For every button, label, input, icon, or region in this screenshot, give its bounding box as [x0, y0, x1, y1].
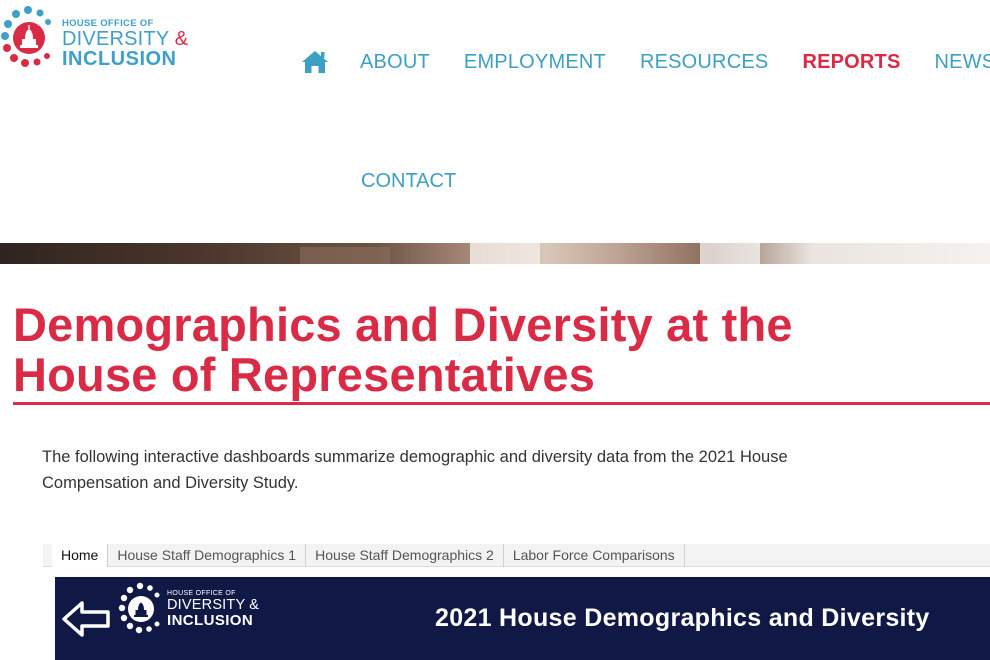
site-logo[interactable]: HOUSE OFFICE OF DIVERSITY & INCLUSION: [0, 4, 200, 80]
intro-line1: The following interactive dashboards sum…: [42, 448, 788, 466]
dashboard-header: HOUSE OFFICE OF DIVERSITY & INCLUSION 20…: [55, 577, 990, 660]
logo-line3: INCLUSION: [62, 48, 177, 70]
nav-resources[interactable]: RESOURCES: [640, 51, 769, 74]
dashboard-logo-line3: INCLUSION: [167, 612, 254, 629]
tab-house-staff-demographics-2[interactable]: House Staff Demographics 2: [306, 544, 504, 567]
page-title: Demographics and Diversity at the House …: [13, 300, 990, 405]
intro-line2: Compensation and Diversity Study.: [42, 474, 299, 492]
logo-ampersand: &: [174, 28, 189, 50]
nav-reports[interactable]: REPORTS: [802, 51, 900, 74]
logo-wordmark: HOUSE OFFICE OF DIVERSITY & INCLUSION: [62, 18, 188, 69]
capitol-dots-icon: [1, 6, 51, 67]
tab-house-staff-demographics-1[interactable]: House Staff Demographics 1: [108, 544, 307, 567]
intro-paragraph: The following interactive dashboards sum…: [42, 444, 942, 496]
dashboard-logo-wordmark: HOUSE OFFICE OF DIVERSITY & INCLUSION: [167, 590, 259, 628]
page-title-line1: Demographics and Diversity at the: [13, 298, 793, 351]
dashboard-tabs: Home House Staff Demographics 1 House St…: [52, 544, 685, 567]
logo-line2: DIVERSITY &: [62, 29, 188, 49]
logo-diversity: DIVERSITY: [62, 28, 170, 50]
nav-news[interactable]: NEWS: [935, 51, 990, 74]
banner-photo-strip: [300, 243, 760, 264]
nav-contact[interactable]: CONTACT: [361, 170, 456, 193]
tab-labor-force-comparisons[interactable]: Labor Force Comparisons: [504, 544, 685, 567]
main-nav: ABOUT EMPLOYMENT RESOURCES REPORTS NEWS: [300, 46, 990, 78]
back-arrow-icon[interactable]: [60, 599, 112, 639]
hero-banner-image: [0, 243, 990, 264]
page-title-line2: House of Representatives: [13, 348, 596, 401]
home-icon[interactable]: [300, 47, 330, 77]
dashboard-title: 2021 House Demographics and Diversity: [435, 604, 930, 632]
nav-employment[interactable]: EMPLOYMENT: [464, 51, 606, 74]
dashboard-logo-line2: DIVERSITY &: [167, 597, 260, 613]
nav-about[interactable]: ABOUT: [360, 51, 430, 74]
tab-home[interactable]: Home: [52, 544, 109, 567]
